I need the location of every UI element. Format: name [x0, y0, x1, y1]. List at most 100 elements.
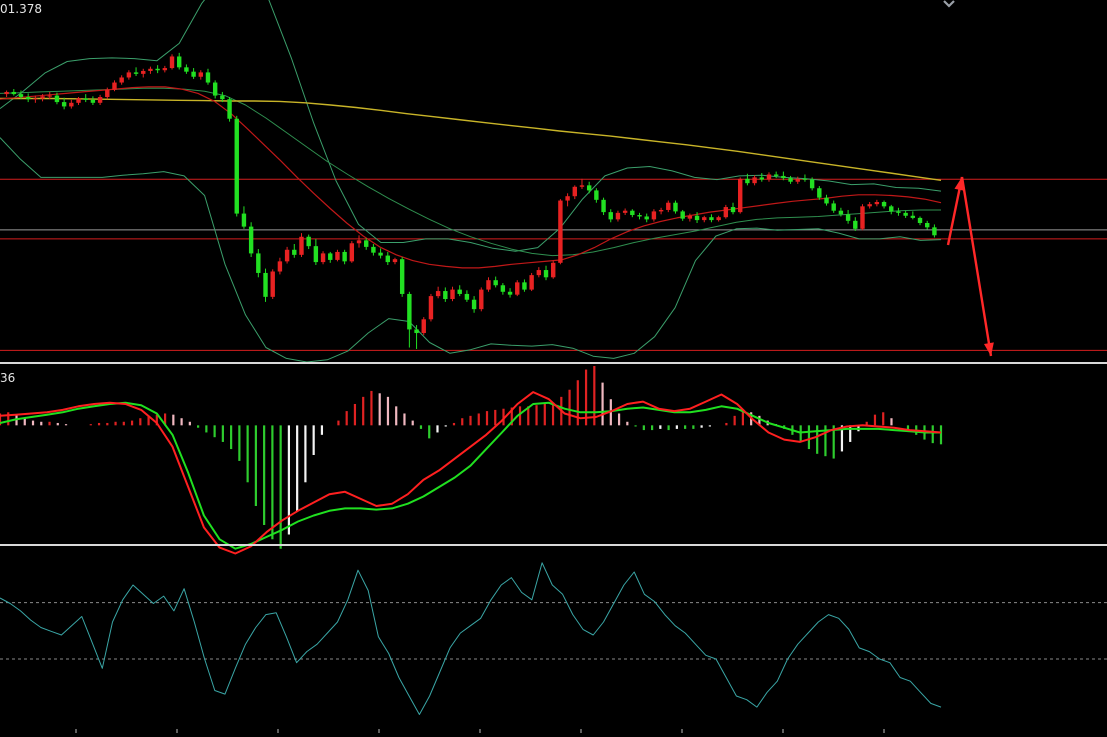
candle-body: [601, 199, 606, 213]
band-lower-line: [0, 137, 942, 363]
candle-body: [234, 118, 239, 214]
candle-body: [141, 70, 146, 74]
candle-body: [702, 217, 707, 221]
candle-body: [61, 102, 67, 107]
chart-svg: [0, 0, 1107, 733]
chevron-down-icon[interactable]: [943, 0, 955, 8]
candle-body: [54, 95, 60, 103]
candle-body: [594, 190, 599, 200]
candle-body: [4, 91, 9, 95]
candle-body: [33, 98, 38, 100]
candle-body: [817, 188, 822, 198]
candle-body: [112, 82, 117, 90]
candle-body: [177, 56, 182, 68]
band-upper-line: [0, 0, 942, 252]
candle-body: [450, 289, 455, 300]
candle-body: [507, 291, 513, 295]
candle-body: [874, 201, 880, 205]
candle-body: [256, 253, 261, 273]
candle-body: [371, 246, 376, 253]
candle-body: [637, 215, 642, 217]
chart-canvas: [0, 0, 1107, 733]
candle-body: [90, 99, 96, 103]
candle-body: [630, 210, 635, 216]
candle-body: [615, 212, 621, 220]
candle-body: [586, 185, 592, 191]
candle-body: [335, 251, 340, 260]
candle-body: [464, 293, 470, 300]
candle-body: [162, 68, 168, 71]
candle-body: [802, 178, 808, 180]
candle-body: [126, 72, 132, 78]
candle-body: [543, 270, 549, 278]
candle-body: [881, 201, 887, 207]
candle-body: [263, 272, 268, 297]
macd-value-label: 36: [0, 371, 16, 385]
candle-body: [795, 178, 800, 182]
candle-body: [867, 204, 872, 207]
candle-body: [119, 77, 124, 83]
candle-body: [766, 174, 772, 180]
candle-body: [608, 212, 613, 220]
candle-body: [414, 329, 419, 334]
candle-body: [889, 206, 894, 212]
arrow-down-line: [960, 176, 993, 357]
candle-body: [644, 216, 649, 220]
candle-body: [500, 285, 506, 292]
candle-body: [457, 289, 462, 294]
candle-body: [155, 68, 160, 71]
candle-body: [11, 91, 16, 95]
panel-separator-macd: [0, 544, 1107, 546]
candle-body: [284, 249, 290, 262]
candle-body: [788, 178, 793, 182]
candle-body: [133, 72, 139, 74]
candle-body: [385, 255, 390, 263]
candle-body: [83, 98, 88, 100]
ma-green-line: [0, 87, 941, 257]
candle-body: [515, 282, 520, 295]
candle-body: [925, 222, 930, 228]
price-label: 01.378: [0, 2, 42, 16]
candle-body: [69, 102, 74, 107]
candle-body: [105, 89, 110, 98]
ma-yellow-line: [0, 97, 942, 181]
candle-body: [277, 261, 283, 272]
candle-body: [673, 202, 678, 212]
candle-body: [752, 177, 757, 184]
candle-body: [220, 95, 225, 100]
candle-body: [76, 98, 81, 103]
candle-body: [205, 72, 211, 83]
candle-body: [270, 271, 275, 297]
candle-body: [551, 262, 556, 278]
candle-body: [658, 209, 664, 212]
candle-body: [421, 319, 426, 334]
candle-body: [680, 211, 685, 219]
candle-body: [313, 246, 319, 263]
candle-body: [522, 282, 527, 290]
candle-body: [773, 174, 779, 176]
candle-body: [716, 217, 721, 221]
candle-body: [399, 259, 405, 294]
candle-body: [435, 291, 441, 297]
candle-body: [18, 94, 24, 98]
candle-body: [241, 213, 247, 227]
candle-body: [320, 253, 326, 263]
candle-body: [579, 185, 585, 187]
candle-body: [428, 296, 434, 320]
ma-red-line: [0, 86, 942, 269]
candle-body: [529, 275, 534, 290]
candle-body: [306, 236, 311, 247]
arrow-down-head: [983, 342, 994, 356]
candle-body: [148, 68, 153, 71]
candle-body: [342, 251, 347, 262]
candle-body: [558, 200, 563, 263]
candle-body: [917, 217, 923, 223]
candle-body: [860, 206, 865, 229]
candle-body: [328, 253, 333, 260]
candle-body: [838, 210, 844, 215]
candle-body: [364, 240, 369, 247]
candle-body: [443, 291, 448, 300]
panel-separator-price: [0, 362, 1107, 364]
candle-body: [709, 217, 714, 221]
candle-body: [356, 240, 362, 244]
